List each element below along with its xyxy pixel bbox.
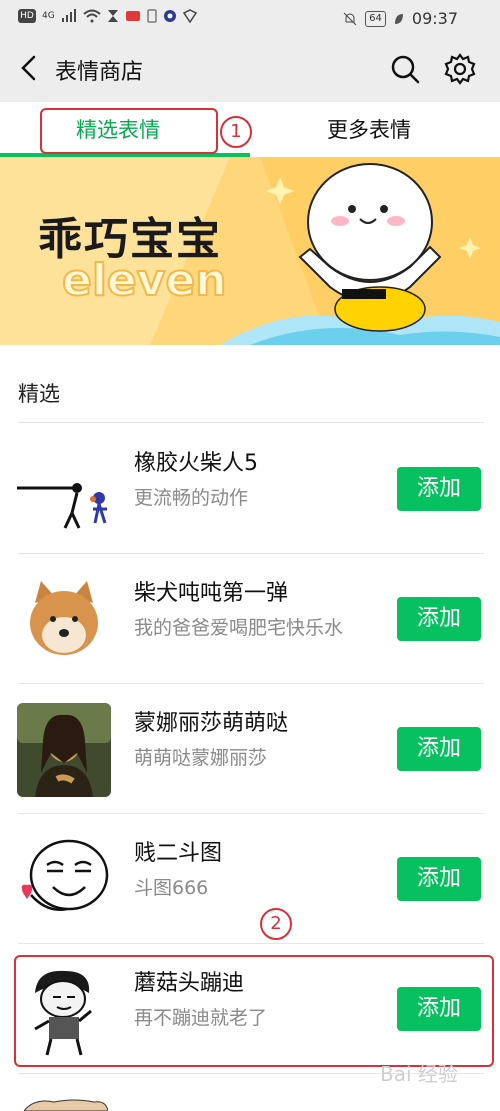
status-left-icons: HD 4G [18,9,197,23]
item-subtitle: 更流畅的动作 [134,487,249,509]
nav-bar: 表情商店 [0,36,500,102]
hourglass-icon [107,10,118,22]
signal-icon [61,9,76,22]
add-button[interactable]: 添加 [397,597,481,641]
list-item[interactable]: 贱二斗图 斗图666 添加 [0,813,500,943]
mona-lisa-thumbnail [17,703,111,797]
section-label: 精选 [18,382,60,406]
status-bar: HD 4G 64 09:37 [0,0,500,36]
clock-time: 09:37 [411,9,458,28]
wifi-icon [83,9,101,23]
item-title: 橡胶火柴人5 [134,451,258,476]
stickman-thumbnail [17,483,107,529]
item-title: 柴犬吨吨第一弹 [134,581,289,606]
item-subtitle: 萌萌哒蒙娜丽莎 [134,747,268,769]
annotation-box-2 [14,955,494,1067]
back-arrow-icon[interactable] [14,53,44,83]
battery-saver-icon [147,9,157,23]
next-item-thumbnail-partial [24,1099,108,1111]
circle-app-icon [163,10,176,22]
item-title: 蒙娜丽莎萌萌哒 [134,711,289,736]
battery-level: 64 [365,10,386,27]
search-icon[interactable] [388,52,422,86]
smug-face-thumbnail [21,839,109,911]
list-item[interactable]: 橡胶火柴人5 更流畅的动作 添加 [0,423,500,553]
add-button[interactable]: 添加 [397,467,481,511]
tab-bar: 精选表情 更多表情 1 [0,102,500,157]
mute-bell-icon [343,12,357,25]
app-notification-icon [125,11,140,21]
annotation-number-2: 2 [260,908,292,940]
annotation-box-1 [40,108,218,154]
list-item[interactable]: 柴犬吨吨第一弹 我的爸爸爱喝肥宅快乐水 添加 [0,553,500,683]
hd-icon: HD [18,9,36,23]
annotation-number-1: 1 [220,116,252,148]
status-right-icons: 64 09:37 [343,9,458,28]
shield-icon [182,9,197,23]
promo-banner[interactable]: 乖巧宝宝 eleven [0,157,500,345]
list-item[interactable]: 蒙娜丽莎萌萌哒 萌萌哒蒙娜丽莎 添加 [0,683,500,813]
banner-subtitle: eleven [61,254,228,307]
page-title: 表情商店 [55,60,144,85]
gear-icon[interactable] [443,52,477,86]
signal-4g-label: 4G [42,11,55,21]
add-button[interactable]: 添加 [397,857,481,901]
item-subtitle: 斗图666 [134,877,209,899]
item-title: 贱二斗图 [134,841,223,866]
shiba-dog-thumbnail [30,581,98,655]
tab-more-stickers[interactable]: 更多表情 [327,114,411,144]
item-subtitle: 我的爸爸爱喝肥宅快乐水 [134,617,344,639]
add-button[interactable]: 添加 [397,727,481,771]
watermark: Bai 经验 [380,1062,458,1086]
leaf-icon [394,13,403,24]
